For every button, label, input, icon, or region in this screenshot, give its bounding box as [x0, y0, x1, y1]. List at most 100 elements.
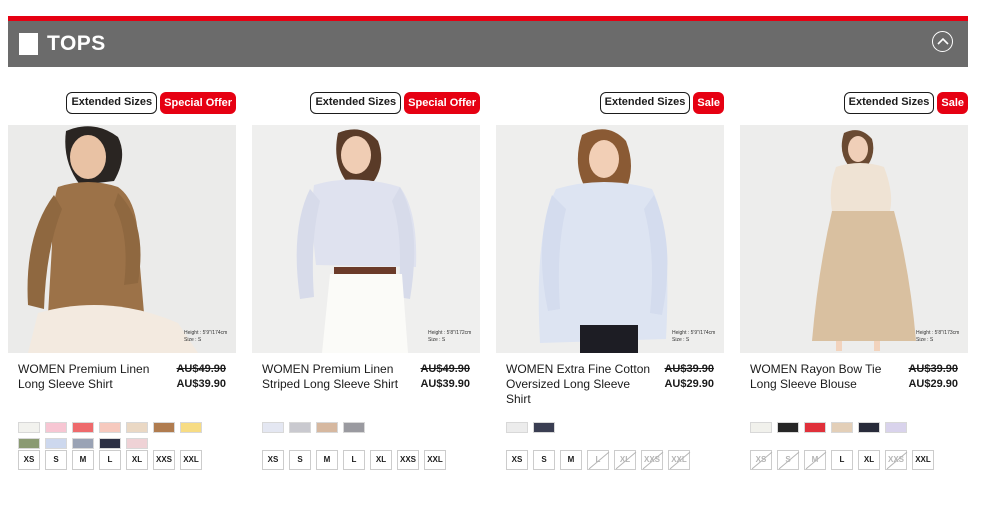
color-swatch[interactable]: [72, 438, 94, 449]
original-price: AU$39.90: [664, 363, 714, 375]
color-swatch[interactable]: [72, 422, 94, 433]
section-header[interactable]: TOPS: [8, 21, 968, 67]
model-illustration: [8, 125, 236, 353]
size-option[interactable]: S: [533, 450, 555, 470]
product-name[interactable]: WOMEN Extra Fine Cotton Oversized Long S…: [506, 362, 654, 407]
model-height: Height : 5'9"/174cm: [184, 330, 228, 336]
size-option[interactable]: XXS: [153, 450, 175, 470]
sale-badge: Sale: [693, 92, 724, 114]
size-option[interactable]: XXL: [180, 450, 202, 470]
color-swatch[interactable]: [126, 438, 148, 449]
color-swatch[interactable]: [885, 422, 907, 433]
model-illustration: [252, 125, 480, 353]
size-options: XS S M L XL XXS XXL: [506, 450, 690, 470]
size-option: S: [777, 450, 799, 470]
color-swatch[interactable]: [45, 438, 67, 449]
extended-sizes-badge: Extended Sizes: [66, 92, 158, 114]
color-swatch[interactable]: [750, 422, 772, 433]
color-swatches: [18, 422, 218, 449]
product-image[interactable]: Height : 5'9"/174cm Size : S: [496, 125, 724, 353]
badge-group: Extended Sizes Special Offer: [66, 92, 236, 114]
size-option: XXS: [885, 450, 907, 470]
size-option: M: [804, 450, 826, 470]
sale-price: AU$39.90: [420, 378, 470, 390]
sale-price: AU$29.90: [664, 378, 714, 390]
product-image[interactable]: Height : 5'9"/174cm Size : S: [8, 125, 236, 353]
product-card[interactable]: Extended Sizes Sale Height : 5'9"/174cm …: [496, 92, 724, 492]
model-info: Height : 5'9"/174cm Size : S: [672, 330, 715, 344]
size-option[interactable]: L: [99, 450, 121, 470]
model-height: Height : 5'8"/172cm: [428, 330, 472, 336]
color-swatch[interactable]: [533, 422, 555, 433]
size-option[interactable]: L: [831, 450, 853, 470]
product-card[interactable]: Extended Sizes Special Offer Height : 5'…: [8, 92, 236, 492]
color-swatch[interactable]: [99, 438, 121, 449]
extended-sizes-badge: Extended Sizes: [843, 92, 935, 114]
product-card[interactable]: Extended Sizes Sale Height : 5'8"/173cm …: [740, 92, 968, 492]
color-swatch[interactable]: [289, 422, 311, 433]
original-price: AU$49.90: [176, 363, 226, 375]
size-option[interactable]: S: [45, 450, 67, 470]
model-size: Size : S: [184, 337, 202, 343]
size-option[interactable]: M: [560, 450, 582, 470]
size-option: XXL: [668, 450, 690, 470]
size-option: XXS: [641, 450, 663, 470]
color-swatch[interactable]: [316, 422, 338, 433]
size-option[interactable]: XL: [370, 450, 392, 470]
color-swatch[interactable]: [343, 422, 365, 433]
color-swatch[interactable]: [777, 422, 799, 433]
size-option[interactable]: XXL: [424, 450, 446, 470]
product-name[interactable]: WOMEN Premium Linen Striped Long Sleeve …: [262, 362, 410, 392]
special-offer-badge: Special Offer: [404, 92, 480, 114]
sale-badge: Sale: [937, 92, 968, 114]
color-swatch[interactable]: [804, 422, 826, 433]
color-swatches: [506, 422, 706, 433]
size-option[interactable]: XXL: [912, 450, 934, 470]
color-swatch[interactable]: [126, 422, 148, 433]
color-swatch[interactable]: [858, 422, 880, 433]
product-name[interactable]: WOMEN Rayon Bow Tie Long Sleeve Blouse: [750, 362, 898, 392]
chevron-up-circle-icon[interactable]: [932, 31, 953, 52]
badge-group: Extended Sizes Sale: [599, 92, 724, 114]
model-illustration: [496, 125, 724, 353]
size-option[interactable]: XL: [858, 450, 880, 470]
product-image[interactable]: Height : 5'8"/173cm Size : S: [740, 125, 968, 353]
color-swatch[interactable]: [506, 422, 528, 433]
model-info: Height : 5'8"/173cm Size : S: [916, 330, 959, 344]
color-swatch[interactable]: [45, 422, 67, 433]
size-options: XS S M L XL XXS XXL: [262, 450, 446, 470]
color-swatch[interactable]: [153, 422, 175, 433]
size-option[interactable]: L: [343, 450, 365, 470]
color-swatch[interactable]: [180, 422, 202, 433]
size-option[interactable]: XS: [506, 450, 528, 470]
section-square-icon: [19, 33, 38, 55]
size-option[interactable]: XS: [262, 450, 284, 470]
original-price: AU$39.90: [908, 363, 958, 375]
model-info: Height : 5'8"/172cm Size : S: [428, 330, 471, 344]
color-swatch[interactable]: [18, 438, 40, 449]
color-swatch[interactable]: [262, 422, 284, 433]
size-option[interactable]: S: [289, 450, 311, 470]
size-option[interactable]: XS: [18, 450, 40, 470]
color-swatches: [750, 422, 950, 433]
size-option[interactable]: XXS: [397, 450, 419, 470]
color-swatch[interactable]: [831, 422, 853, 433]
size-options: XS S M L XL XXS XXL: [750, 450, 934, 470]
product-image[interactable]: Height : 5'8"/172cm Size : S: [252, 125, 480, 353]
model-size: Size : S: [916, 337, 934, 343]
extended-sizes-badge: Extended Sizes: [310, 92, 402, 114]
sale-price: AU$29.90: [908, 378, 958, 390]
product-card[interactable]: Extended Sizes Special Offer Height : 5'…: [252, 92, 480, 492]
model-height: Height : 5'8"/173cm: [916, 330, 960, 336]
size-option[interactable]: M: [316, 450, 338, 470]
badge-group: Extended Sizes Sale: [843, 92, 968, 114]
color-swatch[interactable]: [99, 422, 121, 433]
model-height: Height : 5'9"/174cm: [672, 330, 716, 336]
color-swatch[interactable]: [18, 422, 40, 433]
color-swatches: [262, 422, 462, 433]
section-title: TOPS: [47, 32, 106, 55]
product-name[interactable]: WOMEN Premium Linen Long Sleeve Shirt: [18, 362, 166, 392]
size-option[interactable]: XL: [126, 450, 148, 470]
size-option[interactable]: M: [72, 450, 94, 470]
model-size: Size : S: [672, 337, 690, 343]
